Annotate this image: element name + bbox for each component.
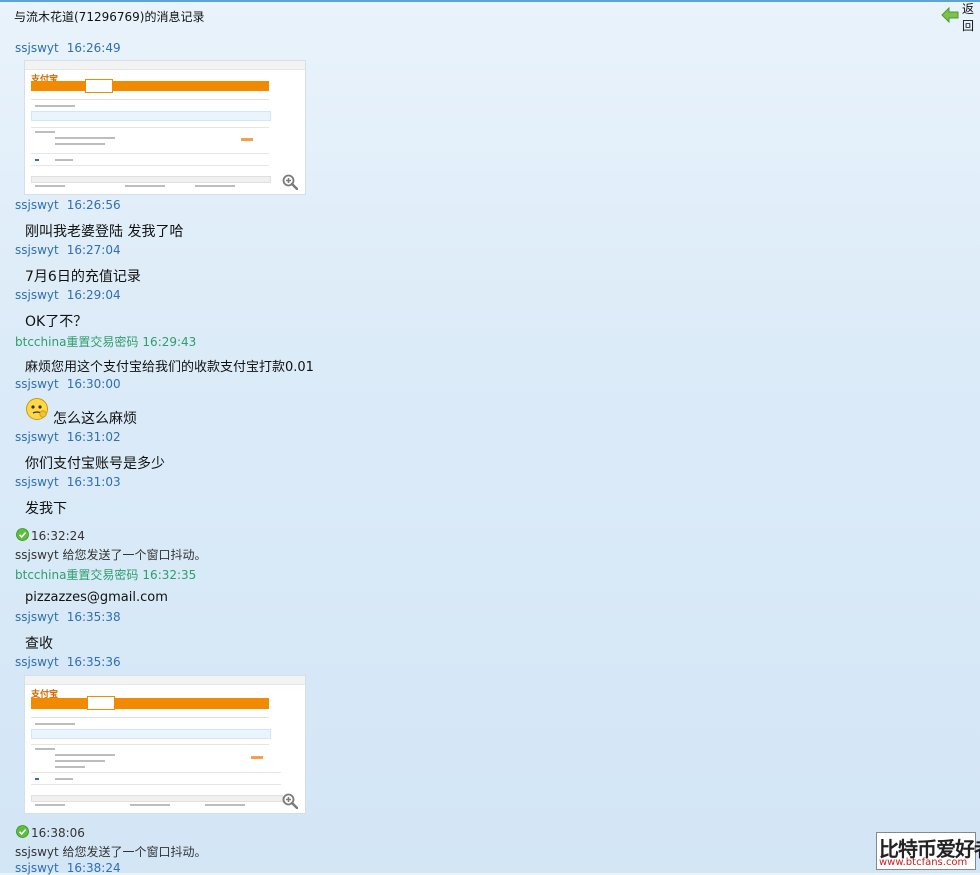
message-header: ssjswyt 16:31:03 [15, 475, 121, 489]
screenshot-image[interactable]: 支付宝 [25, 676, 305, 813]
message-header: ssjswyt 16:30:00 [15, 377, 121, 391]
message-text: 刚叫我老婆登陆 发我了哈 [25, 224, 184, 240]
back-button-label: 返回 [962, 2, 975, 33]
message-text: pizzazzes@gmail.com [25, 590, 168, 605]
system-event-text: ssjswyt 给您发送了一个窗口抖动。 [15, 845, 207, 859]
system-event-text: ssjswyt 给您发送了一个窗口抖动。 [15, 548, 207, 562]
message-sender: ssjswyt [15, 430, 59, 444]
zoom-in-icon[interactable] [282, 793, 299, 810]
message-sender: ssjswyt [15, 610, 59, 624]
check-icon [16, 823, 29, 842]
system-event-time: 16:38:06 [31, 826, 85, 840]
message-text: 发我下 [25, 501, 67, 517]
message-header: btcchina重置交易密码 16:32:35 [15, 566, 196, 583]
message-text: 查收 [25, 636, 53, 652]
message-time: 16:35:38 [66, 610, 121, 624]
message-time: 16:27:04 [66, 243, 121, 257]
window-title: 与流木花道(71296769)的消息记录 [14, 10, 205, 24]
message-time: 16:29:04 [66, 288, 121, 302]
back-button[interactable]: 返回 [941, 2, 980, 33]
message-time: 16:31:02 [66, 430, 121, 444]
watermark-url: www.btcfans.com [879, 857, 968, 868]
btcfans-watermark: 比特币爱好者 www.btcfans.com [876, 832, 980, 870]
message-time: 16:26:56 [66, 198, 121, 212]
message-header: ssjswyt 16:26:56 [15, 198, 121, 212]
message-sender: ssjswyt [15, 243, 59, 257]
message-time: 16:31:03 [66, 475, 121, 489]
system-event-time: 16:32:24 [31, 529, 85, 543]
title-bar: 与流木花道(71296769)的消息记录 返回 [0, 2, 980, 33]
message-header: ssjswyt 16:29:04 [15, 288, 121, 302]
message-sender: ssjswyt [15, 288, 59, 302]
message-text: 你们支付宝账号是多少 [25, 456, 165, 472]
message-sender: ssjswyt [15, 41, 59, 55]
message-sender: btcchina重置交易密码 [15, 335, 139, 349]
message-sender: ssjswyt [15, 198, 59, 212]
message-header: ssjswyt 16:27:04 [15, 243, 121, 257]
message-time: 16:29:43 [142, 335, 197, 349]
message-time: 16:30:00 [66, 377, 121, 391]
message-sender: ssjswyt [15, 377, 59, 391]
message-header: btcchina重置交易密码 16:29:43 [15, 333, 196, 350]
message-time: 16:26:49 [66, 41, 121, 55]
message-sender: ssjswyt [15, 655, 59, 669]
screenshot-image[interactable]: 支付宝 [25, 61, 305, 194]
message-header: ssjswyt 16:35:36 [15, 655, 121, 669]
message-text: 麻烦您用这个支付宝给我们的收款支付宝打款0.01 [25, 360, 314, 375]
message-time: 16:35:36 [66, 655, 121, 669]
zoom-in-icon[interactable] [282, 174, 299, 191]
message-header: ssjswyt 16:35:38 [15, 610, 121, 624]
message-text: 怎么这么麻烦 [53, 411, 137, 427]
message-time: 16:32:35 [142, 568, 197, 582]
message-text: 7月6日的充值记录 [25, 269, 141, 285]
thinking-emoji-icon [25, 397, 49, 425]
message-sender: btcchina重置交易密码 [15, 568, 139, 582]
message-text: OK了不？ [25, 314, 88, 330]
message-header: ssjswyt 16:31:02 [15, 430, 121, 444]
message-sender: ssjswyt [15, 475, 59, 489]
message-header: ssjswyt 16:26:49 [15, 41, 121, 55]
check-icon [16, 526, 29, 545]
back-arrow-icon [941, 6, 959, 27]
